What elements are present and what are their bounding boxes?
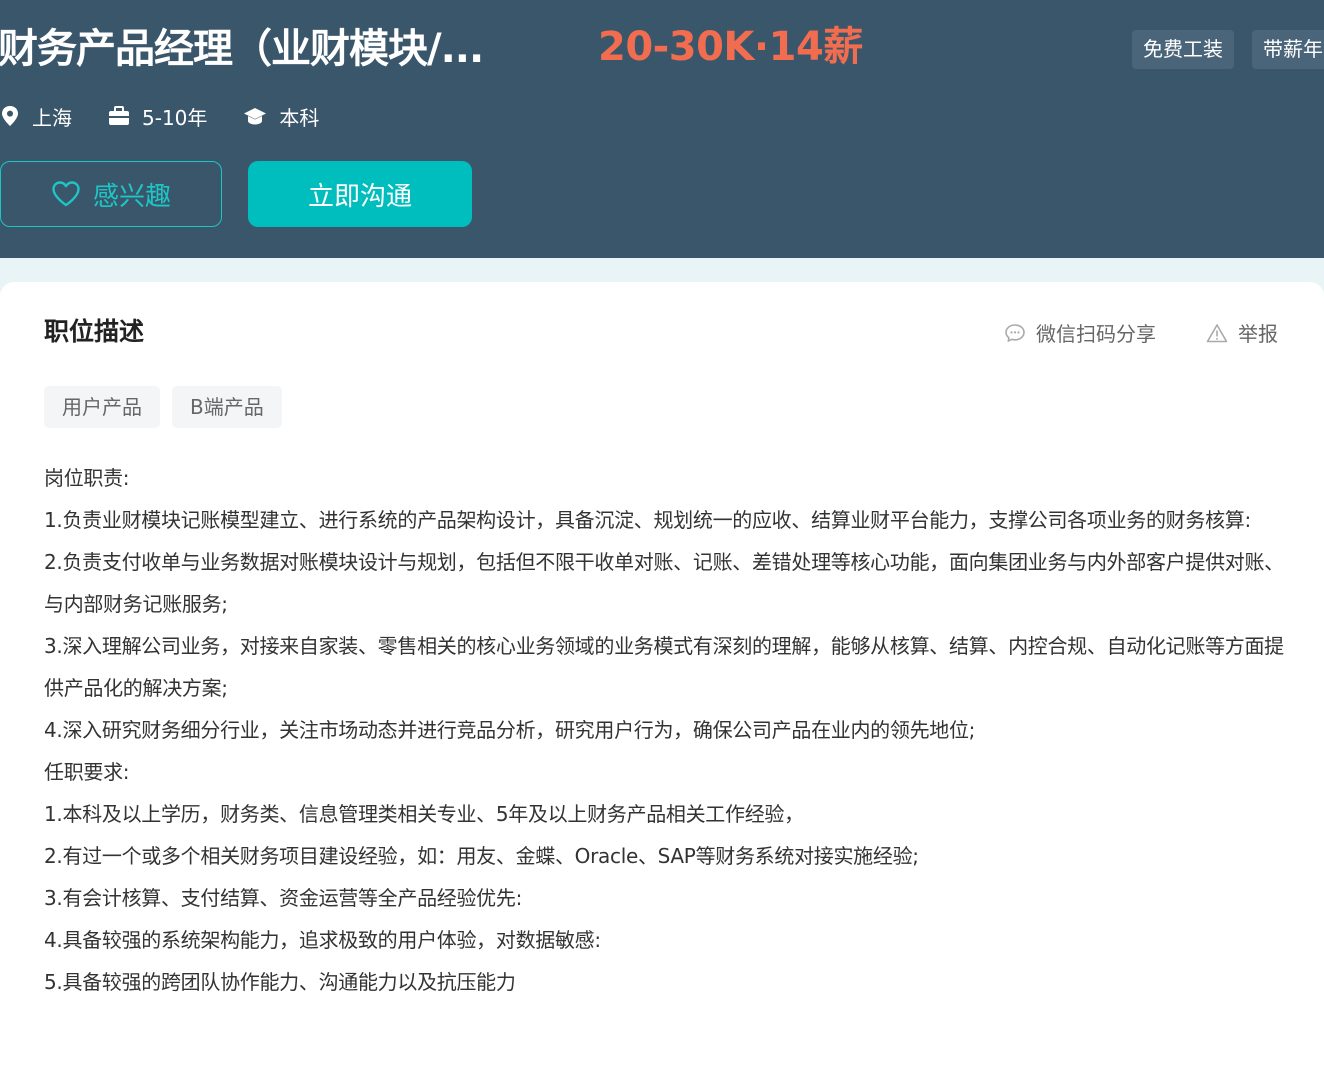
description-line: 岗位职责:	[44, 466, 130, 490]
chat-bubble-icon	[1005, 323, 1025, 342]
job-description-card: 职位描述 微信扫码分享 举报 用户产品 B端产品 岗位职责: 1.负责业财模块记…	[0, 282, 1324, 1082]
interest-button[interactable]: 感兴趣	[0, 161, 222, 227]
meta-experience: 5-10年	[108, 102, 207, 131]
job-description-text: 岗位职责: 1.负责业财模块记账模型建立、进行系统的产品架构设计，具备沉淀、规划…	[44, 457, 1284, 1003]
description-line: 3.深入理解公司业务，对接来自家装、零售相关的核心业务领域的业务模式有深刻的理解…	[44, 634, 1284, 700]
job-header: 财务产品经理（业财模块/... 20-30K·14薪 免费工装 带薪年 上海 5…	[0, 0, 1324, 258]
meta-location: 上海	[0, 102, 72, 131]
education-text: 本科	[279, 105, 320, 130]
location-pin-icon	[2, 106, 18, 126]
description-line: 任职要求:	[44, 760, 130, 784]
heart-icon	[52, 181, 80, 207]
description-line: 2.有过一个或多个相关财务项目建设经验，如：用友、金蝶、Oracle、SAP等财…	[44, 844, 919, 868]
warning-triangle-icon	[1206, 323, 1228, 342]
description-line: 1.本科及以上学历，财务类、信息管理类相关专业、5年及以上财务产品相关工作经验，	[44, 802, 804, 826]
graduation-cap-icon	[244, 108, 267, 125]
location-text: 上海	[32, 105, 72, 130]
wechat-share-link[interactable]: 微信扫码分享	[1004, 318, 1156, 347]
job-meta-row: 上海 5-10年 本科	[0, 98, 355, 134]
wechat-share-label: 微信扫码分享	[1036, 322, 1156, 346]
experience-text: 5-10年	[142, 105, 208, 130]
description-line: 4.深入研究财务细分行业，关注市场动态并进行竞品分析，研究用户行为，确保公司产品…	[44, 718, 976, 742]
description-line: 3.有会计核算、支付结算、资金运营等全产品经验优先:	[44, 886, 523, 910]
briefcase-icon	[109, 106, 129, 125]
skill-tag: 用户产品	[44, 386, 160, 428]
job-title: 财务产品经理（业财模块/...	[0, 26, 484, 72]
description-line: 2.负责支付收单与业务数据对账模块设计与规划，包括但不限干收单对账、记账、差错处…	[44, 550, 1284, 616]
description-line: 1.负责业财模块记账模型建立、进行系统的产品架构设计，具备沉淀、规划统一的应收、…	[44, 508, 1251, 532]
chat-now-button[interactable]: 立即沟通	[248, 161, 472, 227]
report-label: 举报	[1238, 322, 1278, 346]
description-line: 4.具备较强的系统架构能力，追求极致的用户体验，对数据敏感:	[44, 928, 601, 952]
chat-now-button-label: 立即沟通	[307, 181, 412, 212]
report-link[interactable]: 举报	[1206, 318, 1278, 347]
description-line: 5.具备较强的跨团队协作能力、沟通能力以及抗压能力	[44, 970, 516, 994]
skill-tag: B端产品	[172, 386, 282, 428]
skill-tags: 用户产品 B端产品	[44, 386, 294, 428]
interest-button-label: 感兴趣	[92, 181, 171, 212]
welfare-tag: 免费工装	[1132, 30, 1234, 69]
job-salary: 20-30K·14薪	[598, 24, 863, 70]
section-title: 职位描述	[44, 317, 145, 346]
welfare-tag: 带薪年	[1252, 30, 1324, 69]
meta-education: 本科	[243, 102, 319, 131]
